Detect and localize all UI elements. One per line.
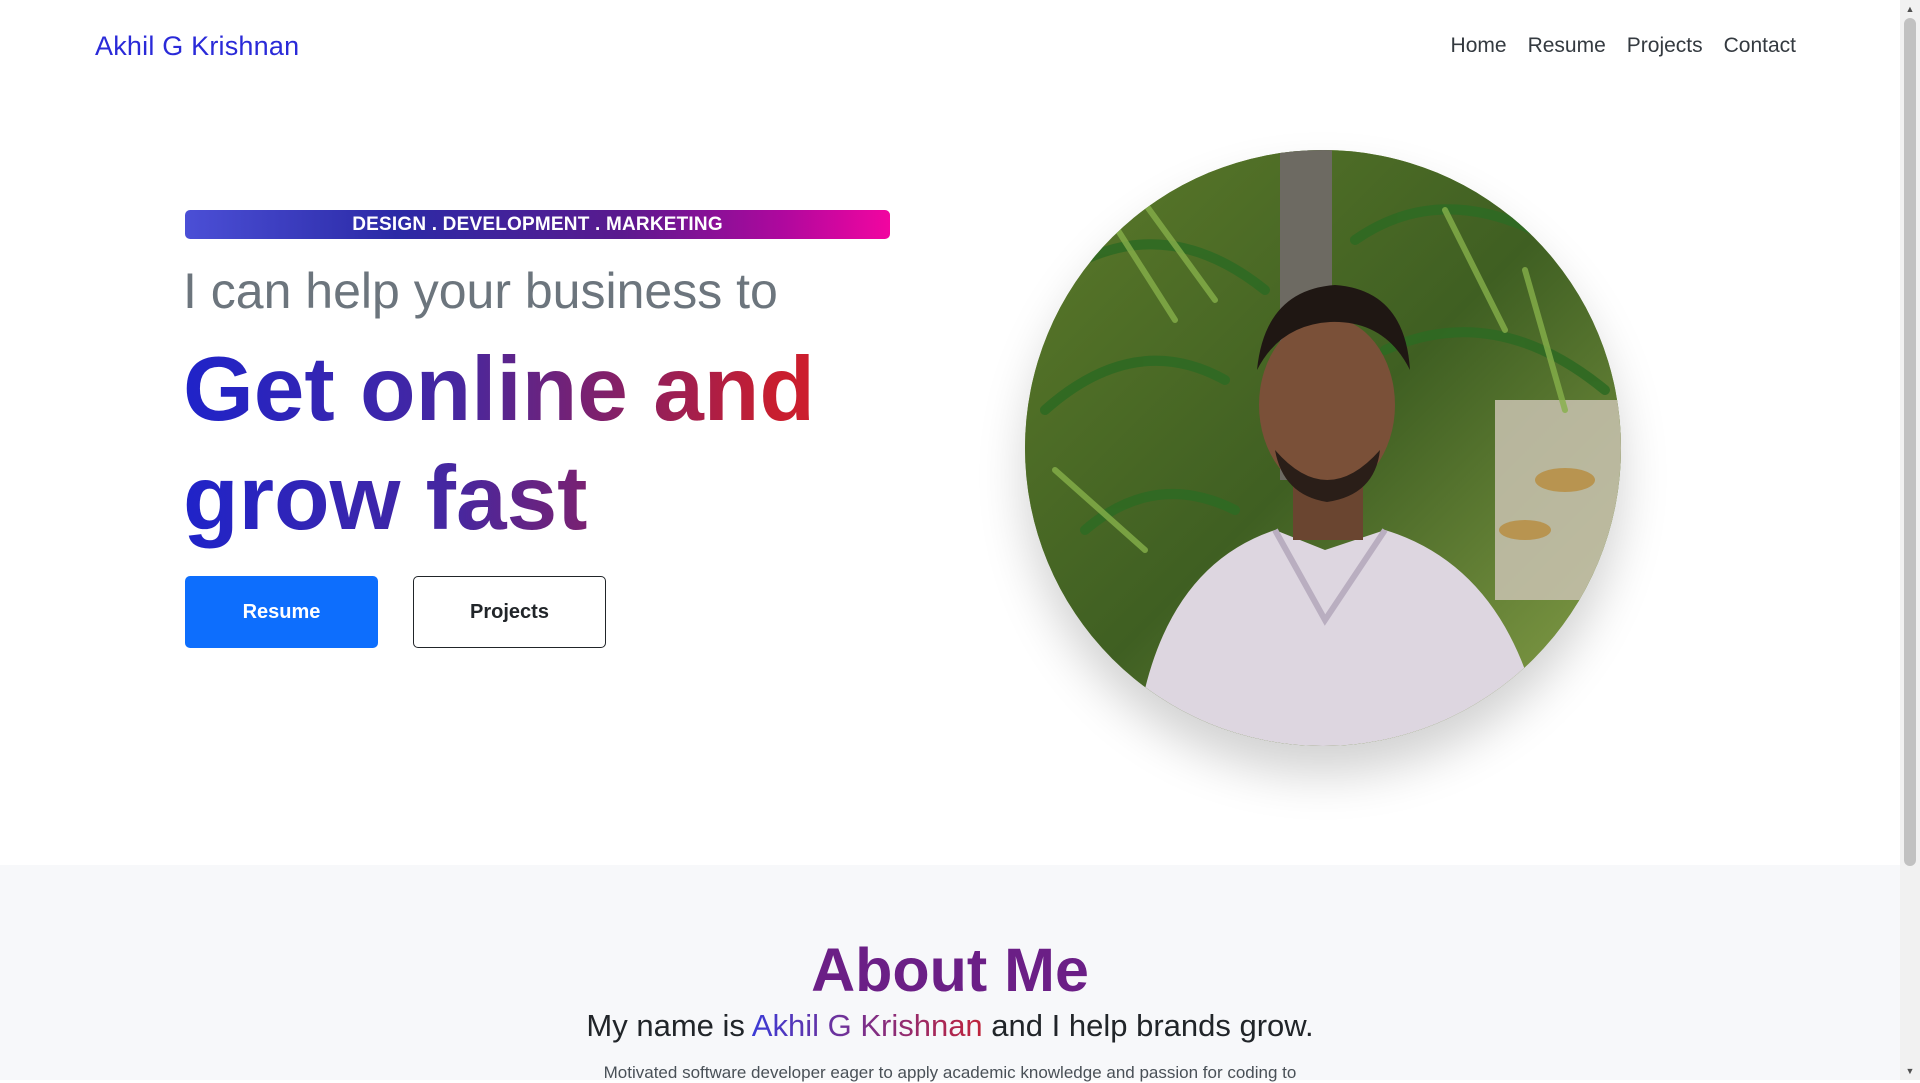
- nav-links: Home Resume Projects Contact: [1451, 34, 1796, 58]
- about-intro: My name is Akhil G Krishnan and I help b…: [0, 1008, 1900, 1044]
- about-intro-after: and I help brands grow.: [982, 1008, 1314, 1043]
- about-description: Motivated software developer eager to ap…: [603, 1063, 1297, 1082]
- nav-link-contact[interactable]: Contact: [1724, 34, 1796, 58]
- scroll-up-arrow-icon[interactable]: ▲: [1900, 0, 1920, 18]
- brand-link[interactable]: Akhil G Krishnan: [95, 31, 299, 62]
- nav-link-resume[interactable]: Resume: [1528, 34, 1606, 58]
- nav-link-projects[interactable]: Projects: [1627, 34, 1703, 58]
- profile-photo: [1025, 150, 1621, 746]
- scroll-down-arrow-icon[interactable]: ▼: [1900, 1062, 1920, 1080]
- scrollbar-thumb[interactable]: [1904, 18, 1916, 866]
- about-intro-before: My name is: [586, 1008, 752, 1043]
- vertical-scrollbar[interactable]: ▲ ▼: [1900, 0, 1920, 1080]
- hero-subtitle: I can help your business to: [183, 263, 778, 319]
- resume-button[interactable]: Resume: [185, 576, 378, 648]
- hero-tagline-badge: DESIGN . DEVELOPMENT . MARKETING: [185, 210, 890, 239]
- nav-link-home[interactable]: Home: [1451, 34, 1507, 58]
- hero-title: Get online and grow fast: [183, 335, 903, 553]
- about-intro-name: Akhil G Krishnan: [751, 1008, 983, 1043]
- projects-button[interactable]: Projects: [413, 576, 606, 648]
- about-title: About Me: [811, 936, 1089, 1004]
- navbar: Akhil G Krishnan Home Resume Projects Co…: [0, 0, 1900, 92]
